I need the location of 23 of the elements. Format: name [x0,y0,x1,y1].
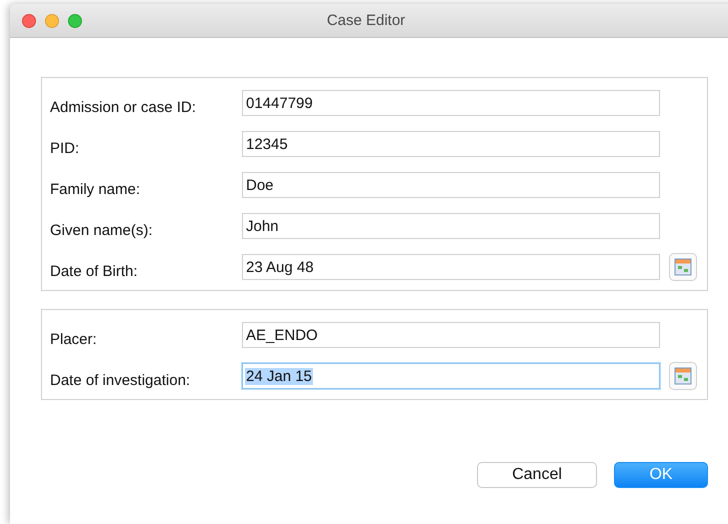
field-label: Date of Birth: [50,262,139,280]
input-field[interactable]: 24 Jan 15 [242,363,660,389]
input-field[interactable]: Doe [242,172,660,198]
field-label: Date of investigation: [50,370,192,388]
field-label: Family name: [50,180,142,198]
input-field[interactable]: 23 Aug 48 [242,254,660,280]
input-field[interactable]: 12345 [242,131,660,157]
field-label: Admission or case ID: [50,98,197,116]
calendar-icon [674,258,692,276]
input-field[interactable]: AE_ENDO [242,322,660,348]
calendar-button[interactable] [669,362,697,390]
minimize-button[interactable] [45,14,59,28]
input-field[interactable]: John [242,213,660,239]
input-field[interactable]: 01447799 [242,90,660,116]
close-button[interactable] [22,14,36,28]
field-label: PID: [50,138,80,156]
field-label: Placer: [50,330,98,348]
calendar-icon [674,367,692,385]
window-title: Case Editor [326,12,406,29]
field-label: Given name(s): [50,220,154,238]
zoom-button[interactable] [68,14,82,28]
calendar-button[interactable] [669,253,697,281]
cancel-button[interactable]: Cancel [477,462,597,488]
